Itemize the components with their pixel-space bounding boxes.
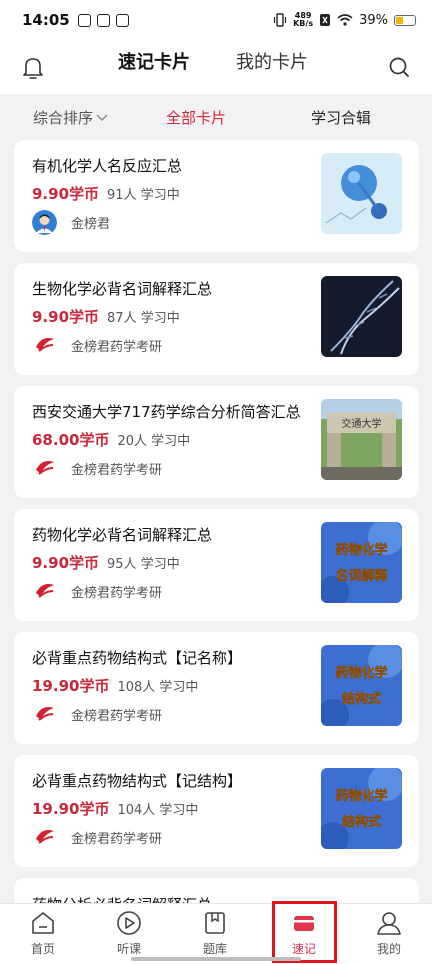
- card-price: 68.00学币: [32, 431, 110, 449]
- avatar: [32, 825, 57, 850]
- vibrate-icon: [274, 13, 287, 27]
- mail-icon: [96, 13, 110, 27]
- notification-icon: [77, 13, 91, 27]
- card-learners: 95人 学习中: [107, 557, 180, 572]
- avatar: [32, 456, 57, 481]
- nav-label: 首页: [30, 942, 55, 956]
- card-meta: 9.90学币 87人 学习中: [32, 306, 180, 327]
- card-price: 9.90学币: [32, 308, 100, 326]
- card-author: 金榜君: [32, 210, 110, 235]
- card-meta: 68.00学币 20人 学习中: [32, 429, 190, 450]
- cover-image: 药物化学 名词解释: [321, 522, 402, 603]
- filter-bar: 综合排序 全部卡片 学习合辑: [0, 94, 432, 138]
- chevron-down-icon: [96, 114, 108, 121]
- nav-label: 我的: [376, 942, 401, 956]
- tab-my-cards[interactable]: 我的卡片: [236, 48, 308, 74]
- avatar: [32, 333, 57, 358]
- battery-percent: 39%: [359, 12, 388, 28]
- thumb-title-line1: 药物化学: [335, 665, 387, 681]
- net-speed-unit: KB/s: [293, 19, 314, 28]
- tab-quick-cards[interactable]: 速记卡片: [118, 48, 190, 74]
- calendar-icon: [115, 13, 129, 27]
- author-name: 金榜君药学考研: [71, 340, 163, 355]
- bottom-nav: 首页 听课 题库 速记 我的: [0, 903, 432, 964]
- cover-image: 药物化学 结构式: [321, 645, 402, 726]
- card-price: 9.90学币: [32, 185, 100, 203]
- wifi-icon: [337, 14, 353, 26]
- nav-item-lectures[interactable]: 听课: [99, 910, 159, 957]
- cover-image: 药物化学 结构式: [321, 768, 402, 849]
- card-learners: 87人 学习中: [107, 311, 180, 326]
- top-nav: 速记卡片 我的卡片: [0, 40, 432, 94]
- card-learners: 108人 学习中: [117, 680, 199, 695]
- author-name: 金榜君药学考研: [71, 586, 163, 601]
- bell-icon[interactable]: [22, 56, 44, 80]
- nav-label: 听课: [116, 942, 141, 956]
- status-time: 14:05: [22, 11, 70, 29]
- home-indicator: [131, 957, 301, 961]
- filter-collection[interactable]: 学习合辑: [311, 107, 371, 128]
- avatar: [32, 210, 57, 235]
- card-meta: 9.90学币 95人 学习中: [32, 552, 180, 573]
- author-name: 金榜君: [71, 217, 111, 232]
- card-learners: 91人 学习中: [107, 188, 180, 203]
- user-icon: [377, 912, 401, 935]
- avatar: [32, 702, 57, 727]
- card-title: 必背重点药物结构式【记结构】: [32, 772, 243, 790]
- card-price: 9.90学币: [32, 554, 100, 572]
- thumb-title-line1: 药物化学: [335, 542, 387, 558]
- card-title: 必背重点药物结构式【记名称】: [32, 649, 243, 667]
- nav-label: 题库: [202, 942, 227, 956]
- author-name: 金榜君药学考研: [71, 832, 163, 847]
- card-meta: 19.90学币 104人 学习中: [32, 798, 198, 819]
- status-bar: 14:05 489 KB/s 39%: [0, 0, 432, 40]
- card-title: 有机化学人名反应汇总: [32, 157, 183, 175]
- thumb-title-line2: 名词解释: [335, 568, 388, 584]
- card-title: 生物化学必背名词解释汇总: [32, 280, 213, 298]
- net-speed: 489 KB/s: [293, 12, 313, 28]
- card-author: 金榜君药学考研: [32, 456, 162, 481]
- card-title: 药物化学必背名词解释汇总: [32, 526, 213, 544]
- card-item[interactable]: 药物化学必背名词解释汇总 9.90学币 95人 学习中 金榜君药学考研 药物化学…: [14, 509, 419, 621]
- card-item[interactable]: 生物化学必背名词解释汇总 9.90学币 87人 学习中 金榜君药学考研: [14, 263, 419, 375]
- nav-item-profile[interactable]: 我的: [359, 910, 419, 957]
- thumb-title-line2: 结构式: [342, 691, 381, 707]
- thumb-title-line1: 药物化学: [335, 788, 387, 804]
- thumb-text: 交通大学: [342, 417, 382, 430]
- sort-label: 综合排序: [33, 109, 94, 127]
- card-author: 金榜君药学考研: [32, 825, 162, 850]
- card-author: 金榜君药学考研: [32, 579, 162, 604]
- card-price: 19.90学币: [32, 677, 110, 695]
- molecule-image: [321, 153, 402, 234]
- card-title: 西安交通大学717药学综合分析简答汇总: [32, 403, 301, 421]
- home-icon: [32, 912, 54, 934]
- search-icon[interactable]: [388, 56, 410, 78]
- filter-all-cards[interactable]: 全部卡片: [166, 107, 226, 128]
- nav-item-question-bank[interactable]: 题库: [185, 910, 245, 957]
- thumb-title-line2: 结构式: [342, 814, 381, 830]
- highlight-box: [272, 901, 337, 963]
- card-price: 19.90学币: [32, 800, 110, 818]
- nav-item-home[interactable]: 首页: [13, 910, 73, 957]
- nfc-icon: [320, 14, 331, 26]
- card-author: 金榜君药学考研: [32, 702, 162, 727]
- card-meta: 9.90学币 91人 学习中: [32, 183, 180, 204]
- play-icon: [117, 911, 141, 935]
- sort-dropdown[interactable]: 综合排序: [33, 107, 108, 128]
- battery-icon: [394, 14, 416, 26]
- card-item[interactable]: 必背重点药物结构式【记名称】 19.90学币 108人 学习中 金榜君药学考研 …: [14, 632, 419, 744]
- card-learners: 20人 学习中: [117, 434, 191, 449]
- author-name: 金榜君药学考研: [71, 463, 163, 478]
- card-item[interactable]: 有机化学人名反应汇总 9.90学币 91人 学习中 金榜君: [14, 140, 419, 252]
- card-item[interactable]: 必背重点药物结构式【记结构】 19.90学币 104人 学习中 金榜君药学考研 …: [14, 755, 419, 867]
- card-meta: 19.90学币 108人 学习中: [32, 675, 198, 696]
- bookmark-book-icon: [205, 912, 225, 934]
- dna-image: [321, 276, 402, 357]
- university-gate-image: 交通大学: [321, 399, 402, 480]
- card-author: 金榜君药学考研: [32, 333, 162, 358]
- avatar: [32, 579, 57, 604]
- card-item[interactable]: 西安交通大学717药学综合分析简答汇总 68.00学币 20人 学习中 金榜君药…: [14, 386, 419, 498]
- card-learners: 104人 学习中: [117, 803, 199, 818]
- author-name: 金榜君药学考研: [71, 709, 163, 724]
